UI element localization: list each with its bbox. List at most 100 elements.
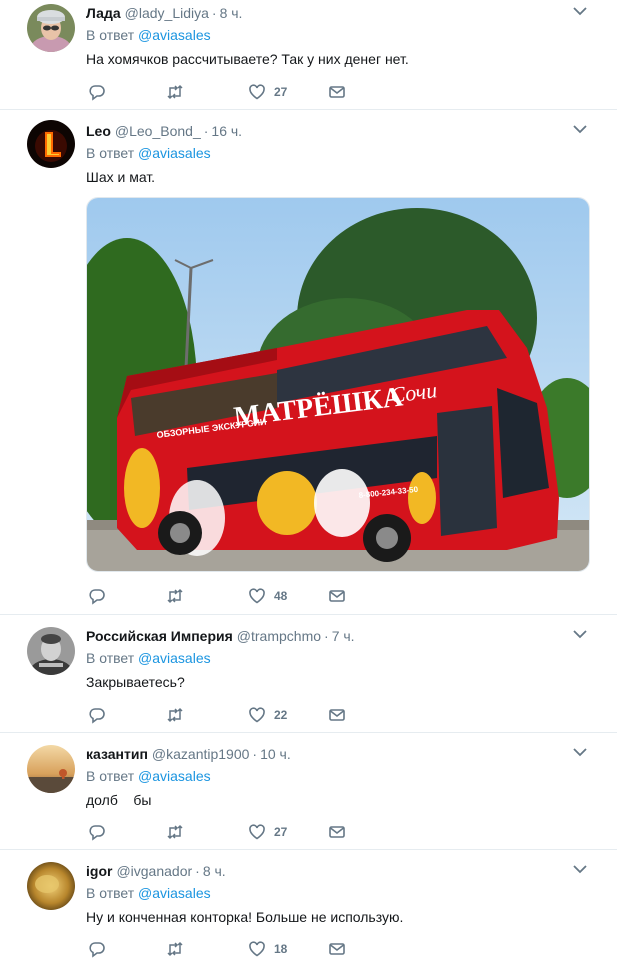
tweet-item[interactable]: Российская Империя @trampchmo · 7 ч. В отве… [0, 615, 617, 733]
message-button[interactable] [328, 822, 346, 842]
timestamp[interactable]: 16 ч. [211, 123, 242, 139]
avatar[interactable] [27, 745, 75, 793]
reply-icon [89, 85, 105, 101]
tweet-actions: 22 [86, 705, 386, 725]
tweet-text: На хомячков рассчитываете? Так у них ден… [86, 51, 409, 67]
chevron-down-icon[interactable] [573, 6, 587, 16]
replies-timeline: Лада @lady_Lidiya · 8 ч. В ответ @aviasales… [0, 0, 617, 959]
reply-icon [89, 942, 105, 958]
retweet-button[interactable] [166, 939, 184, 959]
like-button[interactable]: 27 [248, 822, 287, 842]
chevron-down-icon[interactable] [573, 747, 587, 757]
tweet-item[interactable]: Leo @Leo_Bond_ · 16 ч. В ответ @aviasales Ш… [0, 110, 617, 615]
tweet-item[interactable]: казантип @kazantip1900 · 10 ч. В ответ @avi… [0, 733, 617, 850]
retweet-button[interactable] [166, 586, 184, 606]
retweet-button[interactable] [166, 705, 184, 725]
reply-button[interactable] [88, 822, 106, 842]
reply-prefix: В ответ [86, 27, 135, 43]
message-icon [329, 86, 345, 98]
like-count: 48 [274, 589, 288, 603]
reply-prefix: В ответ [86, 650, 135, 666]
reply-mention-link[interactable]: @aviasales [138, 650, 211, 666]
timestamp[interactable]: 10 ч. [260, 746, 291, 762]
separator: · [211, 5, 217, 21]
reply-button[interactable] [88, 586, 106, 606]
tweet-photo[interactable]: МАТРЁШКА Сочи ОБЗОРНЫЕ ЭКСКУРСИИ 8-800-2… [86, 197, 590, 572]
avatar[interactable] [27, 627, 75, 675]
reply-mention-link[interactable]: @aviasales [138, 768, 211, 784]
reply-button[interactable] [88, 705, 106, 725]
author-name[interactable]: казантип [86, 746, 148, 762]
like-button[interactable]: 18 [248, 939, 287, 959]
like-button[interactable]: 22 [248, 705, 287, 725]
reply-icon [89, 708, 105, 724]
avatar[interactable] [27, 4, 75, 52]
retweet-icon [167, 824, 183, 840]
reply-mention-link[interactable]: @aviasales [138, 885, 211, 901]
reply-icon [89, 825, 105, 841]
reply-context: В ответ @aviasales [86, 145, 211, 161]
avatar[interactable] [27, 862, 75, 910]
like-icon [249, 941, 265, 957]
message-icon [329, 709, 345, 721]
like-button[interactable]: 48 [248, 586, 287, 606]
reply-mention-link[interactable]: @aviasales [138, 145, 211, 161]
reply-mention-link[interactable]: @aviasales [138, 27, 211, 43]
like-count: 22 [274, 708, 288, 722]
tweet-actions: 18 [86, 939, 386, 959]
like-icon [249, 84, 265, 100]
separator: · [252, 746, 258, 762]
like-icon [249, 707, 265, 723]
retweet-button[interactable] [166, 822, 184, 842]
message-button[interactable] [328, 939, 346, 959]
tweet-header: Российская Империя @trampchmo · 7 ч. [86, 627, 355, 645]
reply-button[interactable] [88, 939, 106, 959]
author-handle[interactable]: @ivganador [116, 863, 192, 879]
author-handle[interactable]: @lady_Lidiya [125, 5, 209, 21]
message-button[interactable] [328, 586, 346, 606]
author-handle[interactable]: @Leo_Bond_ [115, 123, 201, 139]
message-icon [329, 826, 345, 838]
tweet-text: долб бы [86, 792, 152, 808]
timestamp[interactable]: 7 ч. [332, 628, 355, 644]
author-name[interactable]: Российская Империя [86, 628, 233, 644]
reply-context: В ответ @aviasales [86, 885, 211, 901]
chevron-down-icon[interactable] [573, 864, 587, 874]
chevron-down-icon[interactable] [573, 629, 587, 639]
author-handle[interactable]: @trampchmo [237, 628, 321, 644]
author-name[interactable]: Leo [86, 123, 111, 139]
like-button[interactable]: 27 [248, 82, 287, 102]
like-count: 18 [274, 942, 288, 956]
tweet-item[interactable]: Лада @lady_Lidiya · 8 ч. В ответ @aviasales… [0, 0, 617, 110]
tweet-actions: 27 [86, 82, 386, 102]
retweet-icon [167, 588, 183, 604]
separator: · [195, 863, 200, 879]
retweet-icon [167, 84, 183, 100]
chevron-down-icon[interactable] [573, 124, 587, 134]
retweet-icon [167, 941, 183, 957]
tweet-item[interactable]: igor @ivganador · 8 ч. В ответ @aviasales Н… [0, 850, 617, 959]
tweet-header: казантип @kazantip1900 · 10 ч. [86, 745, 291, 763]
author-name[interactable]: Лада [86, 5, 121, 21]
tweet-text: Шах и мат. [86, 169, 156, 185]
author-handle[interactable]: @kazantip1900 [152, 746, 250, 762]
reply-context: В ответ @aviasales [86, 27, 211, 43]
like-icon [249, 588, 265, 604]
message-icon [329, 943, 345, 955]
tweet-text: Ну и конченная конторка! Больше не испол… [86, 909, 404, 925]
retweet-icon [167, 707, 183, 723]
like-count: 27 [274, 85, 288, 99]
tweet-actions: 48 [86, 586, 386, 606]
reply-context: В ответ @aviasales [86, 768, 211, 784]
author-name[interactable]: igor [86, 863, 112, 879]
message-button[interactable] [328, 705, 346, 725]
reply-button[interactable] [88, 82, 106, 102]
retweet-button[interactable] [166, 82, 184, 102]
avatar[interactable] [27, 120, 75, 168]
message-button[interactable] [328, 82, 346, 102]
timestamp[interactable]: 8 ч. [203, 863, 226, 879]
timestamp[interactable]: 8 ч. [220, 5, 243, 21]
reply-prefix: В ответ [86, 145, 135, 161]
like-icon [249, 824, 265, 840]
reply-icon [89, 589, 105, 605]
